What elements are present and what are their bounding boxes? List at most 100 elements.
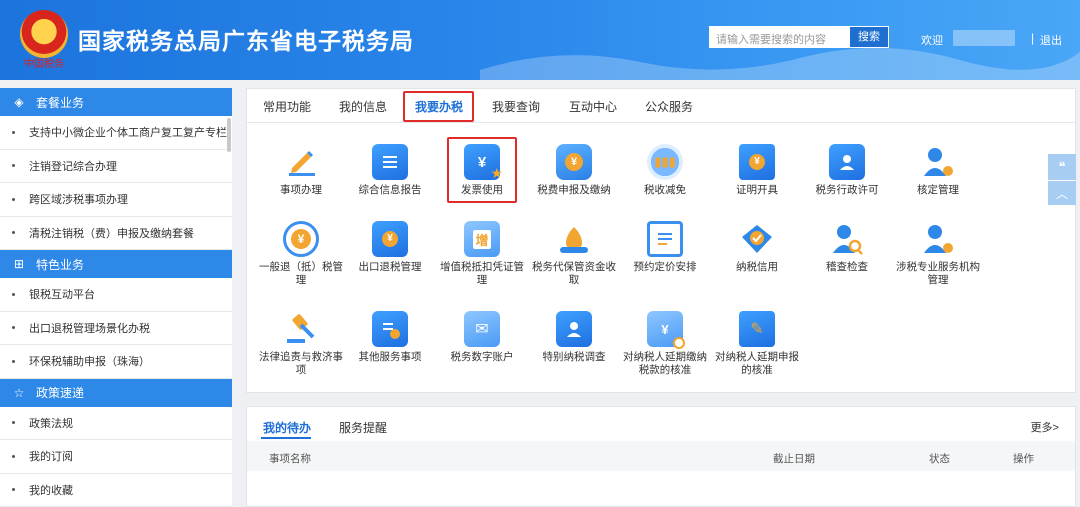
grid-item-matters[interactable]: 事项办理 (256, 144, 346, 197)
scroll-top-icon[interactable]: ︿ (1048, 181, 1076, 205)
sidebar-item-label: 我的订阅 (29, 451, 73, 464)
sidebar-item[interactable]: 支持中小微企业个体工商户复工复产专栏 (0, 116, 232, 150)
sidebar-item-label: 银税互动平台 (29, 289, 95, 302)
column-header-action: 操作 (1013, 453, 1034, 465)
grid-item-label: 核定管理 (917, 184, 959, 196)
tab-interaction[interactable]: 互动中心 (569, 98, 617, 115)
grid-item-label: 法律追责与救济事项 (259, 351, 343, 376)
sidebar-section-policy[interactable]: ☆ 政策速递 (0, 378, 232, 407)
apps-icon: ⊞ (13, 257, 25, 271)
bullet-icon (12, 326, 15, 330)
grid-item-other-services[interactable]: 其他服务事项 (345, 311, 435, 364)
bullet-icon (12, 421, 15, 425)
grid-item-general-refund[interactable]: ¥ 一般退（抵）税管理 (256, 221, 346, 287)
clipboard-add-icon (372, 311, 408, 347)
tax-emblem-icon (20, 10, 68, 58)
sidebar-item-label: 清税注销税（费）申报及缴纳套餐 (29, 227, 194, 240)
grid-item-deferred-payment[interactable]: ¥ 对纳税人延期缴纳税款的核准 (620, 311, 710, 377)
bullet-icon (12, 164, 15, 168)
grid-item-vat-voucher[interactable]: 增 增值税抵扣凭证管理 (437, 221, 527, 287)
special-survey-icon (556, 311, 592, 347)
grid-item-label: 证明开具 (736, 184, 778, 196)
grid-item-custody-funds[interactable]: 税务代保管资金收取 (529, 221, 619, 287)
grid-item-pricing[interactable]: 预约定价安排 (620, 221, 710, 274)
grid-item-digital-account[interactable]: ✉ 税务数字账户 (437, 311, 527, 364)
grid-item-export-refund[interactable]: ¥ 出口退税管理 (345, 221, 435, 274)
sidebar-item-label: 我的收藏 (29, 484, 73, 497)
grid-item-label: 一般退（抵）税管理 (259, 261, 343, 286)
active-tab-highlight (403, 91, 474, 122)
sidebar-item[interactable]: 银税互动平台 (0, 278, 232, 312)
sidebar-scrollbar[interactable] (227, 118, 231, 152)
sidebar-item[interactable]: 我的订阅 (0, 440, 232, 474)
user-gear-icon (920, 144, 956, 180)
tax-cube-icon: ¥ (556, 144, 592, 180)
site-title: 国家税务总局广东省电子税务局 (78, 29, 414, 55)
grid-item-label: 涉税专业服务机构管理 (896, 261, 980, 286)
tab-my-info[interactable]: 我的信息 (339, 98, 387, 115)
search-button[interactable]: 搜索 (849, 26, 889, 48)
grid-item-credit[interactable]: 纳税信用 (712, 221, 802, 274)
logout-link[interactable]: 退出 (1040, 32, 1062, 48)
sidebar-item-label: 跨区域涉税事项办理 (29, 194, 128, 207)
sidebar-section-featured[interactable]: ⊞ 特色业务 (0, 250, 232, 278)
grid-item-label: 特别纳税调查 (542, 351, 606, 363)
sidebar-item[interactable]: 跨区域涉税事项办理 (0, 183, 232, 217)
grid-item-special-survey[interactable]: 特别纳税调查 (529, 311, 619, 364)
chat-icon[interactable]: ❝ (1048, 154, 1076, 180)
grid-item-reduction[interactable]: ▮▮▮ 税收减免 (620, 144, 710, 197)
column-header-status: 状态 (929, 453, 950, 465)
sidebar-section-packages[interactable]: ◈ 套餐业务 (0, 88, 232, 116)
grid-item-label: 税务数字账户 (450, 351, 514, 363)
tab-common[interactable]: 常用功能 (263, 98, 311, 115)
header-separator: | (1031, 31, 1035, 45)
grid-item-legal[interactable]: 法律追责与救济事项 (256, 311, 346, 377)
tab-service-reminder[interactable]: 服务提醒 (339, 419, 387, 436)
top-header: 中国税务 国家税务总局广东省电子税务局 请输入需要搜索的内容 搜索 欢迎 | 退… (0, 0, 1080, 80)
grid-item-label: 税费申报及缴纳 (537, 184, 611, 196)
tab-my-todo[interactable]: 我的待办 (263, 419, 311, 436)
active-tab-underline (261, 437, 311, 439)
sidebar-item[interactable]: 出口退税管理场景化办税 (0, 312, 232, 345)
grid-item-agency[interactable]: 涉税专业服务机构管理 (893, 221, 983, 287)
credit-badge-icon (739, 221, 775, 257)
grid-item-invoice[interactable]: ¥ ★ 发票使用 (437, 144, 527, 197)
sidebar-item[interactable]: 清税注销税（费）申报及缴纳套餐 (0, 217, 232, 250)
tab-public-service[interactable]: 公众服务 (645, 98, 693, 115)
grid-item-license[interactable]: 税务行政许可 (802, 144, 892, 197)
sidebar-item[interactable]: 我的收藏 (0, 474, 232, 507)
sidebar-item[interactable]: 环保税辅助申报（珠海） (0, 345, 232, 379)
digital-account-icon: ✉ (464, 311, 500, 347)
sidebar-item[interactable]: 注销登记综合办理 (0, 150, 232, 183)
more-link[interactable]: 更多> (1031, 419, 1059, 435)
bullet-icon (12, 130, 15, 134)
sidebar-section-title: 特色业务 (36, 257, 85, 272)
document-list-icon (372, 144, 408, 180)
sidebar-section-title: 套餐业务 (36, 95, 85, 110)
grid-item-inspection[interactable]: 稽查检查 (802, 221, 892, 274)
grid-item-assessment[interactable]: 核定管理 (893, 144, 983, 197)
grid-item-report[interactable]: 综合信息报告 (345, 144, 435, 197)
grid-item-deferred-filing[interactable]: ✎ 对纳税人延期申报的核准 (712, 311, 802, 377)
cube-icon: ◈ (14, 95, 24, 109)
bullet-icon (12, 292, 15, 296)
welcome-text: 欢迎 (921, 35, 943, 47)
tab-query[interactable]: 我要查询 (492, 98, 540, 115)
tab-bar: 常用功能 我的信息 我要办税 我要查询 互动中心 公众服务 (247, 89, 1075, 123)
sidebar-item-label: 出口退税管理场景化办税 (29, 322, 150, 335)
grid-item-label: 其他服务事项 (358, 351, 422, 363)
sidebar-item-label: 政策法规 (29, 417, 73, 430)
grid-item-declare-pay[interactable]: ¥ 税费申报及缴纳 (529, 144, 619, 197)
grid-item-label: 税务代保管资金收取 (532, 261, 616, 286)
sidebar-item[interactable]: 政策法规 (0, 407, 232, 440)
grid-item-label: 对纳税人延期缴纳税款的核准 (623, 351, 707, 376)
sidebar-section-title: 政策速递 (36, 386, 85, 400)
deferred-payment-icon: ¥ (647, 311, 685, 349)
search-input[interactable]: 请输入需要搜索的内容 (709, 26, 849, 48)
main-panel: 常用功能 我的信息 我要办税 我要查询 互动中心 公众服务 事项办理 综合信息报… (246, 88, 1076, 393)
grid-item-label: 税务行政许可 (815, 184, 879, 196)
id-card-icon (829, 144, 865, 180)
grid-item-label: 预约定价安排 (633, 261, 697, 273)
gavel-icon (283, 311, 319, 347)
grid-item-certificate[interactable]: ¥ 证明开具 (712, 144, 802, 197)
